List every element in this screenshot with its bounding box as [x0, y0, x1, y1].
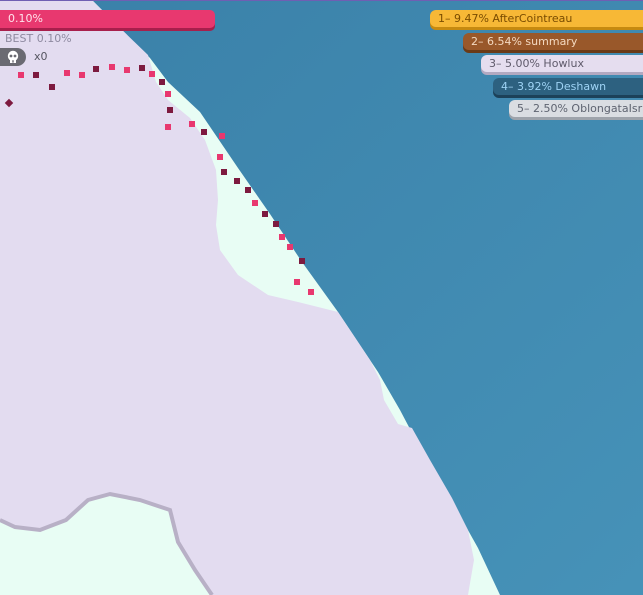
trail-dot	[219, 133, 225, 139]
leaderboard-row: 1– 9.47% AfterCointreau	[430, 10, 643, 27]
best-score: BEST 0.10%	[5, 32, 72, 45]
trail-dot	[189, 121, 195, 127]
leaderboard-entry-text: 4– 3.92% Deshawn	[501, 80, 607, 93]
trail-dot	[201, 129, 207, 135]
leaderboard-row: 5– 2.50% OblongataIsr	[509, 100, 643, 117]
trail-dot	[159, 79, 165, 85]
trail-dot	[273, 221, 279, 227]
trail-dot	[93, 66, 99, 72]
leaderboard-entry-text: 3– 5.00% Howlux	[489, 57, 584, 70]
trail-dot	[262, 211, 268, 217]
trail-dot	[308, 289, 314, 295]
leaderboard-entry-text: 2– 6.54% summary	[471, 35, 578, 48]
trail-dot	[18, 72, 24, 78]
trail-dot	[279, 234, 285, 240]
trail-dot	[33, 72, 39, 78]
leaderboard-row: 4– 3.92% Deshawn	[493, 78, 643, 95]
top-border	[0, 0, 643, 1]
trail-dot	[287, 244, 293, 250]
game-canvas[interactable]: 0.10% BEST 0.10% x0 1– 9.47% AfterCointr…	[0, 0, 643, 595]
leaderboard-row: 2– 6.54% summary	[463, 33, 643, 50]
progress-bar: 0.10%	[0, 10, 215, 28]
trail-dot	[299, 258, 305, 264]
kills-badge	[0, 48, 26, 66]
leaderboard-entry-text: 1– 9.47% AfterCointreau	[438, 12, 573, 25]
trail-dot	[165, 91, 171, 97]
trail-dot	[124, 67, 130, 73]
trail-dot	[149, 71, 155, 77]
trail-dot	[139, 65, 145, 71]
trail-dot	[217, 154, 223, 160]
trail-dot	[221, 169, 227, 175]
kills-count: x0	[34, 50, 48, 63]
leaderboard-row: 3– 5.00% Howlux	[481, 55, 643, 72]
trail-dot	[64, 70, 70, 76]
trail-dot	[165, 124, 171, 130]
trail-dot	[49, 84, 55, 90]
trail-dot	[167, 107, 173, 113]
progress-text: 0.10%	[8, 12, 43, 25]
skull-icon	[7, 50, 19, 63]
trail-dot	[294, 279, 300, 285]
leaderboard-entry-text: 5– 2.50% OblongataIsr	[517, 102, 643, 115]
trail-dot	[234, 178, 240, 184]
trail-dot	[252, 200, 258, 206]
trail-dot	[245, 187, 251, 193]
trail-dot	[79, 72, 85, 78]
trail-dot	[109, 64, 115, 70]
